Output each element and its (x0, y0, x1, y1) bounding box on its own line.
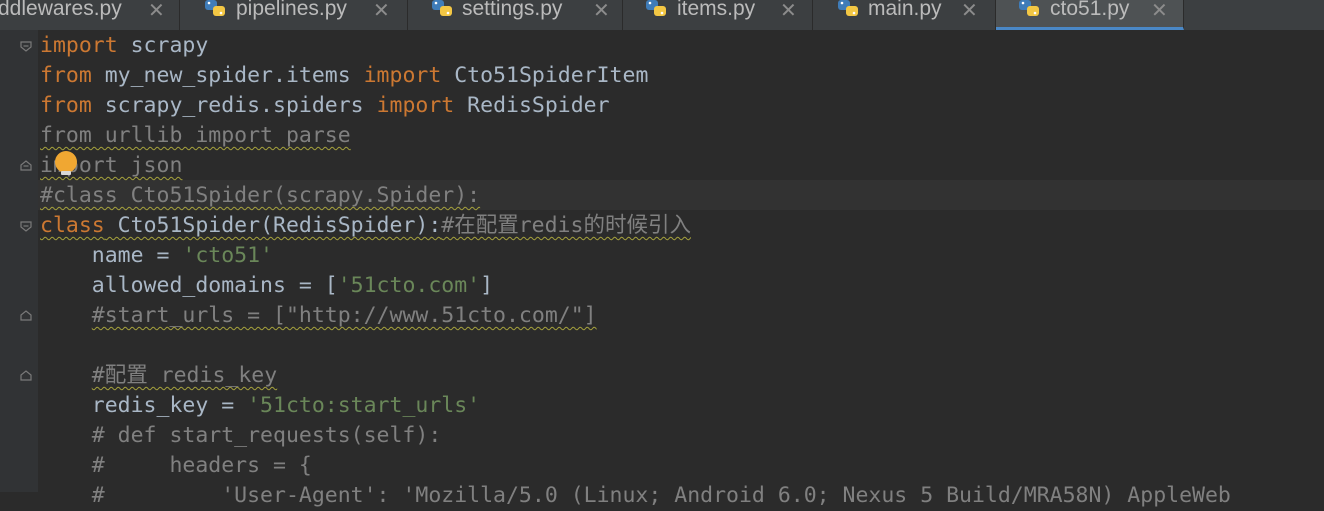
tab-settings[interactable]: settings.py ✕ (408, 0, 623, 30)
comment: #配置 redis_key (91, 363, 278, 388)
comment: # 'User-Agent': 'Mozilla/5.0 (Linux; And… (40, 483, 1231, 508)
lightbulb-base (61, 171, 71, 175)
tab-main[interactable]: main.py ✕ (813, 0, 996, 30)
close-icon[interactable]: ✕ (961, 0, 978, 25)
code-line-16[interactable]: # 'User-Agent': 'Mozilla/5.0 (Linux; And… (40, 481, 1231, 511)
close-icon[interactable]: ✕ (593, 0, 610, 25)
code-line-12[interactable]: #配置 redis_key (40, 361, 277, 391)
python-file-icon (646, 0, 666, 16)
comment: # def start_requests(self): (40, 423, 442, 448)
close-icon[interactable]: ✕ (148, 0, 165, 25)
keyword: import (376, 93, 455, 118)
tab-label: pipelines.py (236, 0, 347, 20)
editor-tab-bar: ddlewares.py ✕ pipelines.py ✕ settings.p… (0, 0, 1324, 31)
python-file-icon (205, 0, 225, 16)
lightbulb-icon[interactable] (55, 151, 77, 173)
comment: #class Cto51Spider(scrapy.Spider): (40, 183, 481, 208)
python-file-icon (838, 0, 858, 16)
python-file-icon (1019, 0, 1039, 16)
imported-name: RedisSpider (454, 93, 610, 118)
bracket: ] (480, 273, 494, 298)
code-line-1[interactable]: import scrapy (40, 31, 208, 61)
fold-marker-icon[interactable] (19, 160, 33, 172)
close-icon[interactable]: ✕ (780, 0, 797, 25)
tab-items[interactable]: items.py ✕ (623, 0, 813, 30)
tab-label: ddlewares.py (0, 0, 122, 20)
comment: # headers = { (40, 453, 312, 478)
code-editor[interactable]: import scrapy from my_new_spider.items i… (0, 30, 1324, 508)
class-signature: Cto51Spider(RedisSpider): (104, 213, 442, 238)
unused-import: from urllib import parse (40, 123, 351, 148)
code-line-15[interactable]: # headers = { (40, 451, 312, 481)
code-line-2[interactable]: from my_new_spider.items import Cto51Spi… (40, 61, 648, 91)
tab-label: cto51.py (1050, 0, 1130, 20)
tab-label: main.py (868, 0, 942, 20)
editor-gutter[interactable] (0, 30, 38, 492)
close-icon[interactable]: ✕ (373, 0, 390, 25)
module-path: my_new_spider.items (91, 63, 364, 88)
fold-marker-icon[interactable] (19, 370, 33, 382)
assignment: redis_key = (40, 393, 248, 418)
fold-marker-icon[interactable] (19, 40, 33, 52)
module-name: scrapy (117, 33, 209, 58)
code-line-6[interactable]: #class Cto51Spider(scrapy.Spider): (40, 181, 480, 211)
keyword: import (363, 63, 442, 88)
assignment: allowed_domains = [ (40, 273, 338, 298)
module-path: scrapy_redis.spiders (91, 93, 377, 118)
code-line-10[interactable]: #start_urls = ["http://www.51cto.com/"] (40, 301, 597, 331)
code-line-4[interactable]: from urllib import parse (40, 121, 351, 151)
assignment: name = (40, 243, 183, 268)
code-line-8[interactable]: name = 'cto51' (40, 241, 273, 271)
code-line-9[interactable]: allowed_domains = ['51cto.com'] (40, 271, 493, 301)
comment: #start_urls = ["http://www.51cto.com/"] (91, 303, 597, 328)
close-icon[interactable]: ✕ (1151, 0, 1168, 25)
tab-middlewares[interactable]: ddlewares.py ✕ (0, 0, 180, 30)
comment: #在配置redis的时候引入 (441, 213, 691, 238)
fold-marker-icon[interactable] (19, 220, 33, 232)
python-file-icon (432, 0, 452, 16)
string-literal: '51cto.com' (337, 273, 481, 298)
code-line-3[interactable]: from scrapy_redis.spiders import RedisSp… (40, 91, 610, 121)
keyword: from (40, 93, 92, 118)
tab-pipelines[interactable]: pipelines.py ✕ (180, 0, 408, 30)
fold-marker-icon[interactable] (19, 310, 33, 322)
keyword: from (40, 63, 92, 88)
code-line-7[interactable]: class Cto51Spider(RedisSpider):#在配置redis… (40, 211, 691, 241)
tab-cto51[interactable]: cto51.py ✕ (996, 0, 1184, 30)
code-line-13[interactable]: redis_key = '51cto:start_urls' (40, 391, 480, 421)
tab-label: items.py (677, 0, 756, 20)
string-literal: '51cto:start_urls' (247, 393, 481, 418)
imported-name: Cto51SpiderItem (441, 63, 649, 88)
string-literal: 'cto51' (182, 243, 273, 268)
code-line-14[interactable]: # def start_requests(self): (40, 421, 442, 451)
keyword: import (40, 33, 118, 58)
tab-label: settings.py (462, 0, 563, 20)
keyword: class (40, 213, 105, 238)
